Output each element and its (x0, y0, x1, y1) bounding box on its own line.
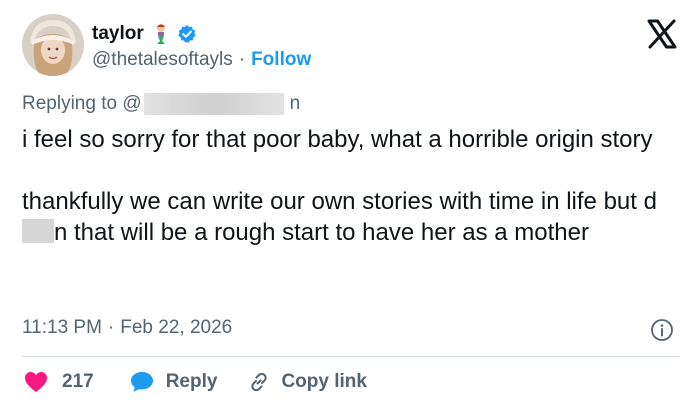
info-icon[interactable] (650, 318, 674, 342)
verified-badge-icon (177, 24, 197, 44)
tweet-paragraph-2-end: n that will be a rough start to have her… (54, 219, 589, 246)
redacted-username (143, 93, 284, 115)
censored-word (22, 219, 54, 243)
meta-separator: · (107, 317, 115, 338)
display-name[interactable]: taylor (92, 23, 144, 45)
tweet-header: taylor @thetalesoftayls · Follow (22, 14, 680, 78)
reply-button[interactable]: Reply (130, 371, 218, 393)
reply-label: Reply (165, 371, 218, 392)
mermaid-emoji-icon (150, 23, 172, 45)
replying-to: Replying to @ n (22, 93, 300, 115)
name-row: taylor (92, 23, 197, 45)
tweet-paragraph-2-start: thankfully we can write our own stories … (22, 188, 657, 215)
replying-to-suffix: n (289, 93, 301, 114)
tweet-paragraph-1: i feel so sorry for that poor baby, what… (22, 126, 653, 153)
handle-row: @thetalesoftayls · Follow (92, 49, 311, 71)
tweet-date: Feb 22, 2026 (120, 317, 233, 338)
action-bar: 217 Reply Copy link (24, 370, 367, 394)
separator: · (238, 49, 246, 70)
replying-to-label: Replying to @ (22, 93, 142, 114)
avatar[interactable] (22, 14, 84, 76)
avatar-image (22, 14, 84, 76)
x-logo-icon[interactable] (646, 18, 678, 50)
tweet-text: i feel so sorry for that poor baby, what… (22, 124, 682, 248)
follow-button[interactable]: Follow (251, 49, 311, 71)
like-count: 217 (62, 371, 94, 392)
reply-bubble-icon (130, 371, 154, 393)
user-handle[interactable]: @thetalesoftayls (92, 49, 233, 71)
copy-link-button[interactable]: Copy link (247, 370, 367, 394)
heart-icon (24, 371, 48, 393)
link-icon (247, 370, 271, 394)
copy-link-label: Copy link (281, 371, 367, 392)
divider (22, 356, 680, 357)
like-button[interactable]: 217 (24, 371, 94, 393)
tweet-time: 11:13 PM (22, 317, 102, 338)
tweet-timestamp[interactable]: 11:13 PM · Feb 22, 2026 (22, 317, 232, 339)
